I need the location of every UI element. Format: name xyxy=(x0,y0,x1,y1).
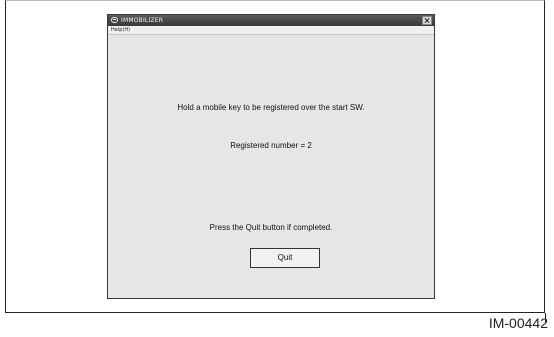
immobilizer-window: IMMOBILIZER Help(H) Hold a mobile key to… xyxy=(107,14,435,299)
menu-bar: Help(H) xyxy=(108,26,434,35)
quit-button[interactable]: Quit xyxy=(250,248,320,268)
menu-item-help[interactable]: Help(H) xyxy=(111,26,130,34)
instruction-text: Hold a mobile key to be registered over … xyxy=(177,103,365,112)
dialog-content: Hold a mobile key to be registered over … xyxy=(108,35,434,298)
close-icon[interactable] xyxy=(422,16,432,25)
registered-number-text: Registered number = 2 xyxy=(230,141,312,150)
app-icon xyxy=(111,17,118,23)
completion-instruction-text: Press the Quit button if completed. xyxy=(209,223,333,232)
figure-caption: IM-00442 xyxy=(488,315,548,331)
window-title: IMMOBILIZER xyxy=(121,17,164,24)
title-bar: IMMOBILIZER xyxy=(108,15,434,26)
